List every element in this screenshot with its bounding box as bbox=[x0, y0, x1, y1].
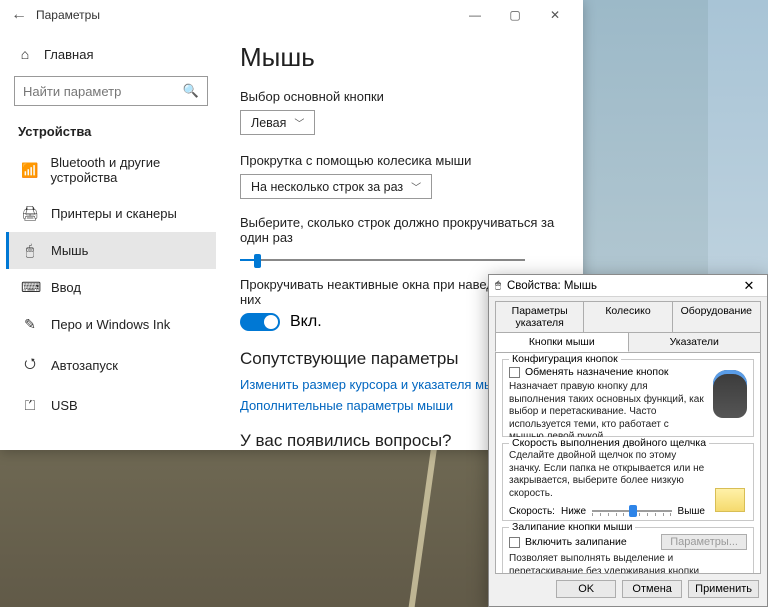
doubleclick-desc: Сделайте двойной щелчок по этому значку.… bbox=[509, 450, 705, 500]
clicklock-label: Включить залипание bbox=[525, 536, 627, 548]
mouse-properties-dialog: 🖱 Свойства: Мышь ✕ Параметры указателя К… bbox=[488, 274, 768, 607]
speed-slow: Ниже bbox=[561, 506, 586, 517]
sidebar-home[interactable]: ⌂ Главная bbox=[6, 40, 216, 68]
scroll-value: На несколько строк за раз bbox=[251, 180, 403, 194]
nav-label: Ввод bbox=[51, 280, 81, 295]
sidebar-item-pen[interactable]: ✎ Перо и Windows Ink bbox=[6, 306, 216, 343]
group-doubleclick: Скорость выполнения двойного щелчка Сдел… bbox=[502, 443, 754, 521]
back-icon[interactable]: ← bbox=[8, 6, 30, 24]
inactive-toggle[interactable] bbox=[240, 313, 280, 331]
autoplay-icon: ⭯ bbox=[21, 353, 39, 377]
group-button-config: Конфигурация кнопок Обменять назначение … bbox=[502, 359, 754, 437]
clicklock-checkbox[interactable] bbox=[509, 537, 520, 548]
nav-label: Мышь bbox=[51, 243, 88, 258]
swap-buttons-desc: Назначает правую кнопку для выполнения т… bbox=[509, 381, 705, 444]
folder-illustration[interactable] bbox=[715, 488, 745, 512]
sidebar-item-bluetooth[interactable]: 📶 Bluetooth и другие устройства bbox=[6, 145, 216, 195]
clicklock-settings-button[interactable]: Параметры... bbox=[661, 534, 747, 550]
toggle-state: Вкл. bbox=[290, 313, 322, 331]
tab-page-buttons: Конфигурация кнопок Обменять назначение … bbox=[495, 352, 761, 574]
dialog-title: Свойства: Мышь bbox=[507, 280, 597, 292]
ok-button[interactable]: OK bbox=[556, 580, 616, 598]
primary-button-value: Левая bbox=[251, 116, 286, 130]
group2-title: Скорость выполнения двойного щелчка bbox=[509, 437, 709, 449]
group3-title: Залипание кнопки мыши bbox=[509, 521, 635, 533]
dialog-close-button[interactable]: ✕ bbox=[737, 278, 761, 294]
sidebar-item-printers[interactable]: 🖨 Принтеры и сканеры bbox=[6, 195, 216, 232]
speed-fast: Выше bbox=[678, 506, 705, 517]
dialog-titlebar[interactable]: 🖱 Свойства: Мышь ✕ bbox=[489, 275, 767, 297]
tab-pointers[interactable]: Указатели bbox=[628, 332, 762, 352]
sidebar-item-typing[interactable]: ⌨ Ввод bbox=[6, 269, 216, 306]
lines-slider[interactable] bbox=[240, 251, 525, 269]
search-placeholder: Найти параметр bbox=[23, 84, 121, 99]
mouse-icon: 🖱 bbox=[21, 242, 39, 259]
primary-button-label: Выбор основной кнопки bbox=[240, 89, 565, 104]
dialog-tabs: Параметры указателя Колесико Оборудовани… bbox=[489, 297, 767, 352]
scroll-label: Прокрутка с помощью колесика мыши bbox=[240, 153, 565, 168]
swap-buttons-label: Обменять назначение кнопок bbox=[525, 366, 669, 378]
mouse-illustration bbox=[713, 370, 747, 418]
printer-icon: 🖨 bbox=[21, 205, 39, 222]
nav-label: USB bbox=[51, 398, 78, 413]
apply-button[interactable]: Применить bbox=[688, 580, 759, 598]
speed-label: Скорость: bbox=[509, 506, 555, 517]
bluetooth-icon: 📶 bbox=[21, 162, 38, 179]
doubleclick-slider[interactable] bbox=[592, 504, 672, 518]
tab-hardware[interactable]: Оборудование bbox=[672, 301, 761, 332]
settings-titlebar[interactable]: ← Параметры — ▢ ✕ bbox=[0, 0, 583, 30]
search-icon: 🔍 bbox=[183, 83, 199, 99]
settings-sidebar: ⌂ Главная Найти параметр 🔍 Устройства 📶 … bbox=[0, 30, 222, 450]
chevron-down-icon: ﹀ bbox=[294, 115, 304, 130]
swap-buttons-checkbox[interactable] bbox=[509, 367, 520, 378]
clicklock-desc: Позволяет выполнять выделение и перетаск… bbox=[509, 553, 743, 574]
settings-title: Параметры bbox=[36, 8, 100, 22]
sidebar-item-usb[interactable]: ⏍ USB bbox=[6, 387, 216, 424]
sidebar-item-autoplay[interactable]: ⭯ Автозапуск bbox=[6, 343, 216, 387]
sidebar-item-mouse[interactable]: 🖱 Мышь bbox=[6, 232, 216, 269]
maximize-button[interactable]: ▢ bbox=[495, 0, 535, 30]
home-label: Главная bbox=[44, 47, 93, 62]
nav-label: Принтеры и сканеры bbox=[51, 206, 177, 221]
keyboard-icon: ⌨ bbox=[21, 279, 39, 296]
tab-wheel[interactable]: Колесико bbox=[583, 301, 672, 332]
tab-buttons[interactable]: Кнопки мыши bbox=[495, 332, 629, 352]
dialog-button-row: OK Отмена Применить bbox=[489, 574, 767, 606]
minimize-button[interactable]: — bbox=[455, 0, 495, 30]
lines-label: Выберите, сколько строк должно прокручив… bbox=[240, 215, 565, 245]
nav-label: Перо и Windows Ink bbox=[51, 317, 170, 332]
cancel-button[interactable]: Отмена bbox=[622, 580, 682, 598]
usb-icon: ⏍ bbox=[21, 397, 39, 414]
nav-label: Bluetooth и другие устройства bbox=[50, 155, 204, 185]
group-clicklock: Залипание кнопки мыши Включить залипание… bbox=[502, 527, 754, 574]
mouse-small-icon: 🖱 bbox=[495, 280, 501, 291]
search-input[interactable]: Найти параметр 🔍 bbox=[14, 76, 208, 106]
chevron-down-icon: ﹀ bbox=[411, 179, 421, 194]
scroll-dropdown[interactable]: На несколько строк за раз ﹀ bbox=[240, 174, 432, 199]
close-button[interactable]: ✕ bbox=[535, 0, 575, 30]
group1-title: Конфигурация кнопок bbox=[509, 353, 621, 365]
primary-button-dropdown[interactable]: Левая ﹀ bbox=[240, 110, 315, 135]
tab-pointer-options[interactable]: Параметры указателя bbox=[495, 301, 584, 332]
home-icon: ⌂ bbox=[16, 46, 34, 62]
page-heading: Мышь bbox=[240, 42, 565, 73]
nav-label: Автозапуск bbox=[51, 358, 118, 373]
pen-icon: ✎ bbox=[21, 316, 39, 333]
category-title: Устройства bbox=[6, 116, 216, 145]
